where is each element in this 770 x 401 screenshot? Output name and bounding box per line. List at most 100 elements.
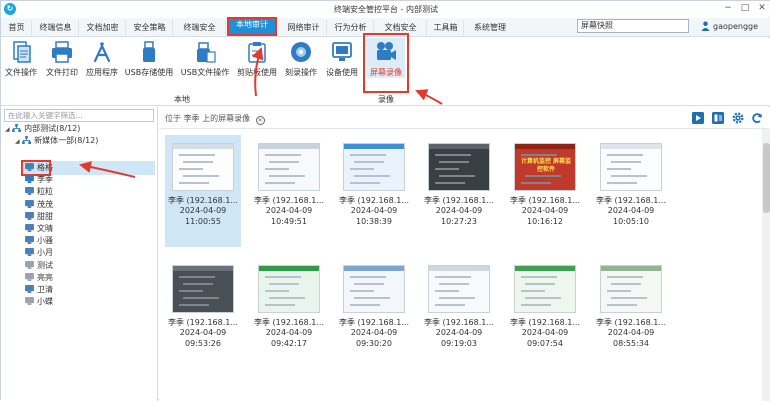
recording-thumbnail[interactable]: 李季 (192.168.1... 2024-04-09 10:05:10 [593,135,669,247]
recording-thumbnail[interactable]: 李季 (192.168.1... 2024-04-09 09:53:26 [165,257,241,369]
file-print-button[interactable]: 文件打印 [43,40,81,80]
recording-thumbnail[interactable]: 李季 (192.168.1... 2024-04-09 10:27:23 [421,135,497,247]
screenshot-preview [172,265,234,313]
menu-item-security-policy[interactable]: 安全策略 [127,20,173,35]
recording-thumbnail[interactable]: 李季 (192.168.1... 2024-04-09 09:07:54 [507,257,583,369]
menu-item-toolbox[interactable]: 工具箱 [428,20,464,35]
computer-icon [25,187,34,196]
menu-item-network-audit[interactable]: 网络审计 [281,20,327,35]
thumbnail-date: 2024-04-09 [265,328,313,337]
org-icon [12,124,22,132]
thumbnail-name: 李季 (192.168.1... [509,196,580,205]
tree-member[interactable]: 测试 [25,260,53,272]
close-icon[interactable]: ✕ [755,2,769,15]
recording-thumbnail[interactable]: 李季 (192.168.1... 2024-04-09 09:19:03 [421,257,497,369]
tree-member[interactable]: 茂茂 [25,199,53,211]
thumbnail-time: 10:27:23 [441,217,477,226]
tree-member[interactable]: 粒粒 [25,186,53,198]
thumbnail-name: 李季 (192.168.1... [509,318,580,327]
thumbnail-name: 李季 (192.168.1... [253,318,324,327]
user-name[interactable]: gaopengge [713,22,758,31]
thumbnail-time: 09:30:20 [356,339,392,348]
usb-file-operation-button[interactable]: USB文件操作 [177,40,233,80]
file-operation-label: 文件操作 [5,68,37,77]
thumbnail-time: 10:49:51 [271,217,307,226]
recording-thumbnail[interactable]: 计算机监控 屏幕监控软件 李季 (192.168.1... 2024-04-09 10… [507,135,583,247]
recording-thumbnail[interactable]: 李季 (192.168.1... 2024-04-09 10:49:51 [251,135,327,247]
app-window: ↻ 终端安全管控平台 - 内部测试 − □ ✕ 首页 终端信息 文档加密 安全策… [0,0,770,401]
recording-thumbnail[interactable]: 李季 (192.168.1... 2024-04-09 08:55:34 [593,257,669,369]
thumbnail-date: 2024-04-09 [350,328,398,337]
usb-drive-icon [143,41,155,62]
tree-member[interactable]: 小月 [25,247,53,259]
user-icon [701,21,710,31]
global-search-input[interactable]: 屏幕快照 [577,19,689,33]
play-icon[interactable] [692,112,704,124]
thumbnail-time: 09:42:17 [271,339,307,348]
menu-item-doc-encrypt[interactable]: 文档加密 [80,20,126,35]
tree-member-label: 小蝶 [37,297,53,307]
tree-member-label: 卫清 [37,285,53,294]
refresh-icon[interactable] [751,112,763,124]
scroll-thumb[interactable] [763,143,770,213]
thumbnail-name: 李季 (192.168.1... [595,318,666,327]
recording-thumbnail[interactable]: 李季 (192.168.1... 2024-04-09 10:38:39 [336,135,412,247]
thumbnail-time: 11:00:55 [185,217,221,226]
tree-member-label: 小骚 [37,236,53,246]
computer-icon [25,248,34,257]
maximize-icon[interactable]: □ [738,2,752,15]
printer-icon [52,41,72,63]
clipboard-button[interactable]: 剪贴板使用 [235,40,279,80]
tree-root[interactable]: ◢ 内部测试(8/12) [5,123,80,135]
computer-icon [25,199,34,208]
menu-item-terminal-info[interactable]: 终端信息 [33,20,79,35]
vertical-scrollbar[interactable] [762,129,770,401]
screenshot-preview [258,265,320,313]
menu-item-local-audit[interactable]: 本地审计 [227,17,277,36]
thumbnail-name: 李季 (192.168.1... [167,318,238,327]
left-panel: 在此输入关键字筛选... ◢ 内部测试(8/12) ◢ 新媒体一部(8/12) … [1,107,158,401]
device-usage-button[interactable]: 设备使用 [323,40,361,80]
burn-operation-button[interactable]: 刻录操作 [282,40,320,80]
computer-icon [25,272,34,281]
tree-member[interactable]: 卫清 [25,284,53,296]
usb-file-operation-label: USB文件操作 [180,68,230,77]
screenshot-preview [428,265,490,313]
file-operation-icon [13,41,31,63]
thumbnail-date: 2024-04-09 [607,206,655,215]
selected-member-callout-frame [21,160,51,176]
menu-item-home[interactable]: 首页 [2,20,32,35]
clipboard-label: 剪贴板使用 [237,68,277,77]
application-button[interactable]: 应用程序 [83,40,121,80]
recording-thumbnail[interactable]: 李季 (192.168.1... 2024-04-09 09:42:17 [251,257,327,369]
thumbnail-time: 10:38:39 [356,217,392,226]
tree-member-label: 李季 [37,175,53,185]
application-label: 应用程序 [86,68,118,77]
tree-member[interactable]: 小蝶 [25,296,53,308]
minimize-icon[interactable]: − [721,2,735,15]
tree-group[interactable]: ◢ 新媒体一部(8/12) [15,135,98,147]
thumbnail-name: 李季 (192.168.1... [253,196,324,205]
recording-thumbnail[interactable]: 李季 (192.168.1... 2024-04-09 11:00:55 [165,135,241,247]
thumbnail-time: 10:16:12 [527,217,563,226]
tree-member-label: 粒粒 [37,187,53,197]
screenshot-preview: 计算机监控 屏幕监控软件 [514,143,576,191]
tree-member[interactable]: 文晴 [25,223,53,235]
tree-member[interactable]: 亮亮 [25,272,53,284]
tree-filter-input[interactable]: 在此输入关键字筛选... [4,109,154,122]
gear-icon[interactable] [732,112,744,124]
usb-storage-button[interactable]: USB存储使用 [123,40,175,80]
screen-record-callout-frame [363,33,409,93]
tree-member[interactable]: 小骚 [25,235,53,247]
main-header: 位于 李季 上的屏幕录像 ✕ [159,107,770,129]
screenshot-preview [600,265,662,313]
menu-item-system-admin[interactable]: 系统管理 [465,20,515,35]
file-operation-button[interactable]: 文件操作 [3,40,39,80]
thumbnail-name: 李季 (192.168.1... [423,196,494,205]
clear-path-icon[interactable]: ✕ [255,116,265,125]
export-icon[interactable] [712,112,724,124]
thumbnail-date: 2024-04-09 [265,206,313,215]
tree-member[interactable]: 甜甜 [25,211,53,223]
menu-item-terminal-security[interactable]: 终端安全 [174,20,226,35]
recording-thumbnail[interactable]: 李季 (192.168.1... 2024-04-09 09:30:20 [336,257,412,369]
